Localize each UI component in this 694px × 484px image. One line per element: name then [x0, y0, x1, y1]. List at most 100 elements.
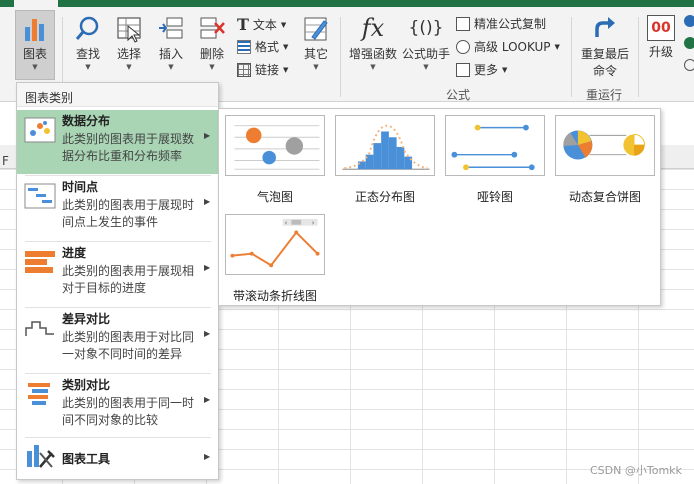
- enhanced-func-label: 增强函数: [348, 47, 397, 61]
- rerun-group-label: 重运行: [586, 88, 623, 102]
- enhanced-function-button[interactable]: fx 增强函数 ▼: [348, 13, 398, 71]
- other-button[interactable]: 其它 ▼: [300, 15, 332, 71]
- watermark: CSDN @小Tomkk: [590, 464, 682, 477]
- chart-category-menu: 图表类别 数据分布 此类别的图表用于展现数据分布比重和分布频率 ▶ 时间点 此类…: [16, 82, 219, 480]
- insert-button[interactable]: 插入 ▼: [155, 15, 187, 71]
- formula-helper-button[interactable]: {()} 公式助手 ▼: [401, 13, 451, 71]
- chart-card-dumbbell[interactable]: 哑铃图: [445, 115, 545, 205]
- menu-item-data-distribution[interactable]: 数据分布 此类别的图表用于展现数据分布比重和分布频率 ▶: [17, 110, 218, 174]
- chart-card-label: 气泡图: [256, 190, 293, 204]
- chevron-down-icon: ▼: [423, 63, 429, 71]
- timeline-icon: [24, 183, 56, 209]
- delete-button[interactable]: 删除 ▼: [196, 15, 228, 71]
- select-button[interactable]: 选择 ▼: [112, 15, 146, 71]
- globe-icon[interactable]: [684, 59, 694, 71]
- fx-small-icon: [456, 62, 470, 77]
- more-label: 更多: [474, 63, 499, 77]
- chart-card-scroll-line[interactable]: ‹ › 带滚动条折线图: [225, 214, 325, 304]
- menu-item-difference-comparison[interactable]: 差异对比 此类别的图表用于对比同一对象不同时间的差异 ▶: [17, 308, 218, 372]
- chevron-down-icon: ▼: [502, 65, 508, 74]
- chevron-down-icon: ▼: [168, 63, 174, 71]
- insert-icon: [159, 17, 183, 39]
- chevron-down-icon: ▼: [554, 42, 560, 51]
- precise-copy-button[interactable]: 精准公式复制: [456, 15, 546, 32]
- chevron-right-icon: ▶: [204, 452, 211, 461]
- link-button[interactable]: 链接 ▼: [237, 61, 288, 78]
- lookup-icon: [456, 39, 470, 54]
- menu-item-desc: 此类别的图表用于同一时间不同对象的比较: [62, 396, 195, 427]
- repeat-last-button[interactable]: 重复最后 命令: [578, 15, 632, 79]
- dumbbell-chart-thumbnail: [445, 115, 545, 176]
- more-button[interactable]: 更多 ▼: [456, 61, 507, 78]
- info-icon[interactable]: [684, 37, 694, 49]
- find-label: 查找: [75, 47, 100, 61]
- select-label: 选择: [116, 47, 141, 61]
- chevron-right-icon: ▶: [204, 263, 211, 272]
- menu-item-title: 图表工具: [62, 452, 111, 466]
- menu-item-desc: 此类别的图表用于对比同一对象不同时间的差异: [62, 330, 195, 361]
- text-button[interactable]: T 文本 ▼: [237, 15, 286, 34]
- menu-header: 图表类别: [17, 83, 218, 107]
- bubble-chart-thumbnail: [225, 115, 325, 176]
- composite-pie-thumbnail: [555, 115, 655, 176]
- menu-item-desc: 此类别的图表用于展现相对于目标的进度: [62, 264, 195, 295]
- scroll-line-thumbnail: ‹ ›: [225, 214, 325, 275]
- upgrade-icon: 00: [647, 15, 675, 41]
- precise-copy-label: 精准公式复制: [474, 17, 547, 31]
- menu-item-title: 差异对比: [62, 312, 111, 326]
- text-t-icon: T: [237, 15, 249, 34]
- menu-item-title: 时间点: [62, 180, 99, 194]
- edit-sheet-icon: [304, 17, 328, 41]
- format-label: 格式: [255, 40, 280, 54]
- divider: [25, 437, 211, 438]
- chevron-down-icon: ▼: [313, 63, 319, 71]
- format-button[interactable]: 格式 ▼: [237, 38, 288, 55]
- separator: [638, 17, 639, 97]
- advanced-lookup-button[interactable]: 高级 LOOKUP ▼: [456, 38, 560, 55]
- menu-item-progress[interactable]: 进度 此类别的图表用于展现相对于目标的进度 ▶: [17, 242, 218, 306]
- redo-arrow-icon: [595, 17, 615, 37]
- chevron-down-icon: ▼: [283, 42, 289, 51]
- category-bars-icon: [28, 383, 50, 405]
- menu-item-chart-tools[interactable]: 图表工具 ▶: [17, 439, 218, 475]
- insert-label: 插入: [158, 47, 183, 61]
- normal-distribution-thumbnail: [335, 115, 435, 176]
- search-icon: [75, 16, 99, 40]
- bar-chart-icon: [25, 19, 44, 41]
- chevron-right-icon: ▶: [204, 395, 211, 404]
- menu-item-title: 进度: [62, 246, 87, 260]
- chart-card-bubble[interactable]: 气泡图: [225, 115, 325, 205]
- svg-text:‹: ‹: [285, 219, 288, 227]
- chevron-right-icon: ▶: [204, 131, 211, 140]
- separator: [571, 17, 572, 97]
- advanced-lookup-label: 高级 LOOKUP: [474, 40, 551, 54]
- title-bar: [0, 0, 694, 7]
- menu-item-title: 数据分布: [62, 114, 111, 128]
- chevron-down-icon: ▼: [280, 20, 287, 29]
- chart-tools-icon: [27, 445, 55, 468]
- help-icon[interactable]: [684, 15, 694, 27]
- side-icons: [684, 15, 694, 71]
- chart-button[interactable]: 图表 ▼: [17, 15, 53, 71]
- chevron-down-icon: ▼: [32, 63, 38, 71]
- upgrade-label: 升级: [648, 45, 673, 59]
- menu-item-category-comparison[interactable]: 类别对比 此类别的图表用于同一时间不同对象的比较 ▶: [17, 374, 218, 438]
- column-header-f[interactable]: F: [2, 154, 9, 168]
- chart-card-dynamic-pie[interactable]: 动态复合饼图: [555, 115, 655, 205]
- find-button[interactable]: 查找 ▼: [72, 15, 104, 71]
- scatter-distribution-icon: [24, 117, 56, 143]
- formula-group-label: 公式: [446, 88, 471, 102]
- menu-item-desc: 此类别的图表用于展现时间点上发生的事件: [62, 198, 195, 229]
- repeat-last-label: 重复最后: [580, 47, 629, 61]
- chevron-down-icon: ▼: [283, 65, 289, 74]
- chart-card-normal-distribution[interactable]: 正态分布图: [335, 115, 435, 205]
- copy-formula-icon: [456, 16, 470, 31]
- braces-icon: {()}: [408, 18, 444, 38]
- menu-item-time-point[interactable]: 时间点 此类别的图表用于展现时间点上发生的事件 ▶: [17, 176, 218, 240]
- chart-button-label: 图表: [22, 47, 47, 61]
- delete-icon: [200, 17, 225, 39]
- upgrade-button[interactable]: 00 升级: [644, 15, 678, 60]
- chevron-right-icon: ▶: [204, 197, 211, 206]
- link-label: 链接: [255, 63, 280, 77]
- formula-helper-label: 公式助手: [401, 47, 450, 61]
